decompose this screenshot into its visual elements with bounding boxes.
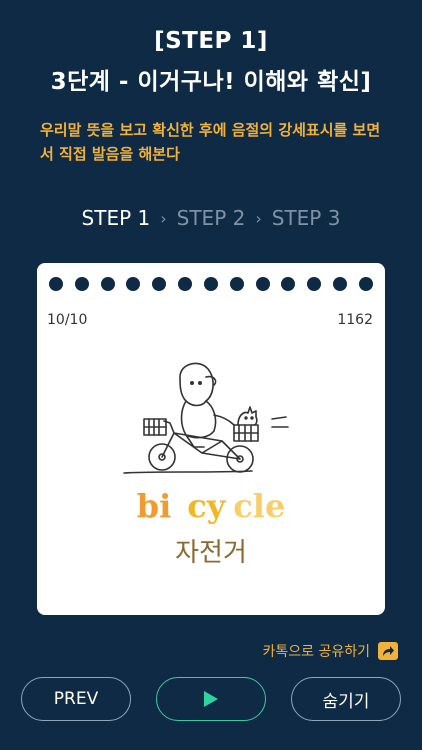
english-word: bi cy cle <box>37 487 385 525</box>
share-arrow-icon <box>378 642 398 660</box>
binding-hole <box>333 277 348 291</box>
step-title: [STEP 1] <box>154 28 268 54</box>
binding-hole <box>229 277 244 291</box>
tab-step-1[interactable]: STEP 1 <box>82 206 151 230</box>
syllable: cy <box>187 487 226 525</box>
binding-hole <box>49 277 63 291</box>
word-number: 1162 <box>337 312 373 328</box>
share-label: 카톡으로 공유하기 <box>262 644 371 660</box>
binding-hole <box>307 277 322 291</box>
kakao-share-button[interactable]: 카톡으로 공유하기 <box>262 641 398 661</box>
binding-hole <box>255 277 270 291</box>
syllable: cle <box>233 487 286 525</box>
binding-hole <box>203 277 218 291</box>
binding-hole <box>281 277 296 291</box>
play-button[interactable] <box>156 677 266 721</box>
prev-button[interactable]: PREV <box>21 677 131 721</box>
play-icon <box>204 691 218 707</box>
card-progress: 10/10 <box>47 312 88 328</box>
notepad-binding <box>49 277 373 291</box>
syllable: bi <box>136 487 172 525</box>
step-navigation: STEP 1 › STEP 2 › STEP 3 <box>0 206 422 230</box>
binding-hole <box>358 277 373 291</box>
binding-hole <box>178 277 193 291</box>
step-description: 우리말 뜻을 보고 확신한 후에 음절의 강세표시를 보면서 직접 발음을 해본… <box>40 121 381 163</box>
binding-hole <box>152 277 167 291</box>
chevron-right-icon: › <box>160 208 167 228</box>
step-subtitle: 3단계 - 이거구나! 이해와 확신] <box>50 69 372 95</box>
binding-hole <box>126 277 141 291</box>
tab-step-2[interactable]: STEP 2 <box>177 206 246 230</box>
flash-card: 10/10 1162 bi cy cle 자전거 <box>37 263 385 615</box>
binding-hole <box>100 277 115 291</box>
binding-hole <box>74 277 89 291</box>
korean-meaning: 자전거 <box>175 538 247 568</box>
tab-step-3[interactable]: STEP 3 <box>272 206 341 230</box>
hide-button[interactable]: 숨기기 <box>291 677 401 721</box>
bicycle-illustration <box>123 362 289 474</box>
chevron-right-icon: › <box>255 208 262 228</box>
